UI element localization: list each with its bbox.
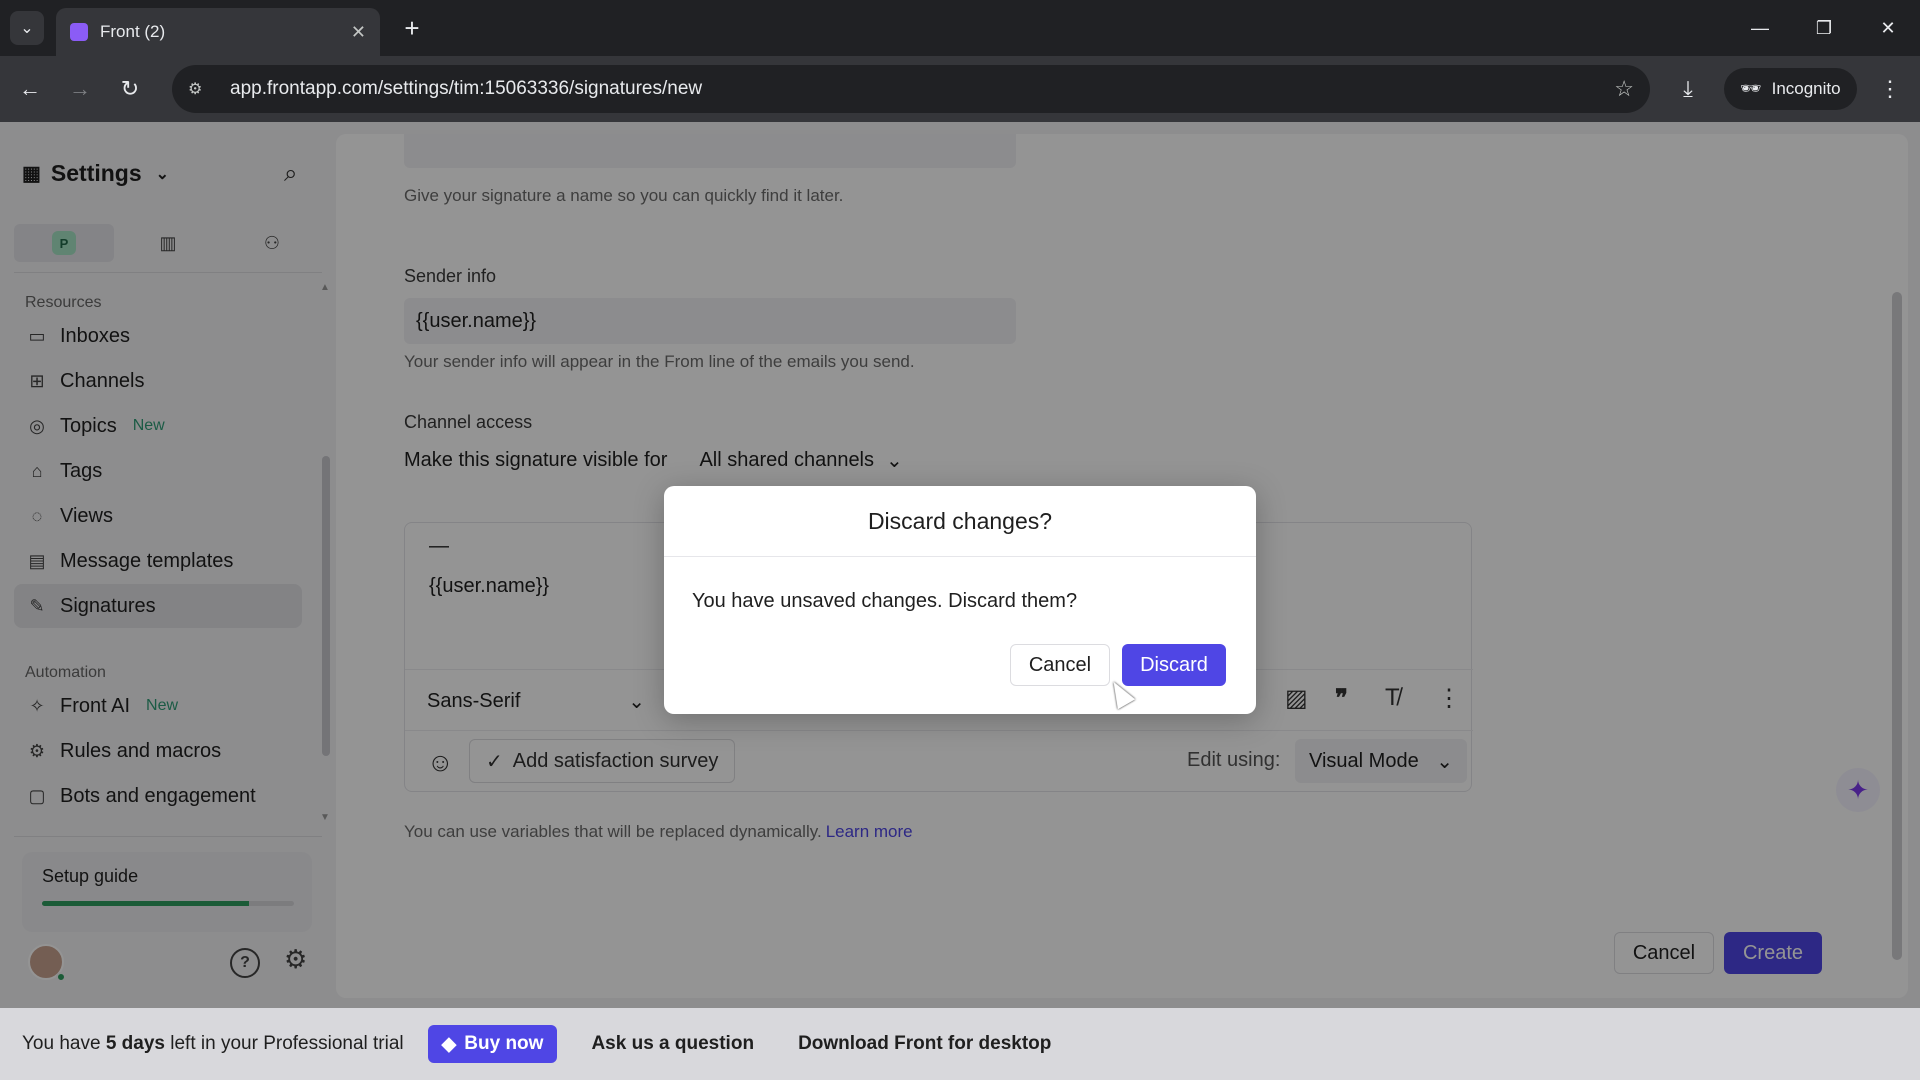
incognito-indicator[interactable]: 🕶 Incognito <box>1724 68 1857 110</box>
bookmark-star-icon[interactable]: ☆ <box>1614 76 1634 102</box>
new-tab-button[interactable]: + <box>396 12 428 44</box>
trial-banner: You have 5 days left in your Professiona… <box>0 1008 1920 1080</box>
close-window-button[interactable]: ✕ <box>1868 10 1908 46</box>
browser-tab[interactable]: Front (2) ✕ <box>56 8 380 56</box>
front-favicon-icon <box>70 23 88 41</box>
dialog-title: Discard changes? <box>867 508 1053 534</box>
back-button[interactable]: ← <box>12 71 48 107</box>
address-bar[interactable]: ⚙ app.frontapp.com/settings/tim:15063336… <box>172 65 1650 113</box>
chevron-down-icon: ⌄ <box>20 20 34 37</box>
incognito-icon: 🕶 <box>1740 79 1762 98</box>
trial-days: 5 days <box>105 1033 165 1054</box>
browser-toolbar: ← → ↻ ⚙ app.frontapp.com/settings/tim:15… <box>0 56 1920 122</box>
forward-button[interactable]: → <box>62 71 98 107</box>
minimize-button[interactable]: — <box>1740 10 1780 46</box>
dialog-divider <box>664 556 1256 557</box>
dialog-message: You have unsaved changes. Discard them? <box>692 590 1078 612</box>
site-info-icon[interactable]: ⚙ <box>188 79 212 99</box>
url-text: app.frontapp.com/settings/tim:15063336/s… <box>230 78 703 99</box>
ask-question-link[interactable]: Ask us a question <box>581 1025 764 1063</box>
diamond-icon: ◆ <box>441 1033 457 1055</box>
incognito-label: Incognito <box>1771 79 1841 98</box>
tab-search-button[interactable]: ⌄ <box>10 11 44 45</box>
restore-button[interactable]: ❐ <box>1804 10 1844 46</box>
browser-tabstrip: ⌄ Front (2) ✕ + — ❐ ✕ <box>0 0 1920 56</box>
reload-button[interactable]: ↻ <box>112 71 148 107</box>
dialog-discard-button[interactable]: Discard <box>1122 644 1226 686</box>
trial-suffix: left in your Professional trial <box>170 1033 404 1054</box>
trial-message: You have 5 days left in your Professiona… <box>22 1033 404 1055</box>
buy-now-label: Buy now <box>464 1033 544 1054</box>
browser-menu-icon[interactable]: ⋮ <box>1872 71 1908 107</box>
buy-now-button[interactable]: ◆ Buy now <box>427 1025 558 1063</box>
dialog-cancel-button[interactable]: Cancel <box>1010 644 1110 686</box>
download-desktop-link[interactable]: Download Front for desktop <box>788 1025 1061 1063</box>
trial-prefix: You have <box>22 1033 101 1054</box>
download-icon[interactable]: ⤓ <box>1670 71 1706 107</box>
discard-changes-dialog: Discard changes? You have unsaved change… <box>664 486 1256 714</box>
close-icon[interactable]: ✕ <box>351 22 366 43</box>
tab-title: Front (2) <box>100 22 166 41</box>
